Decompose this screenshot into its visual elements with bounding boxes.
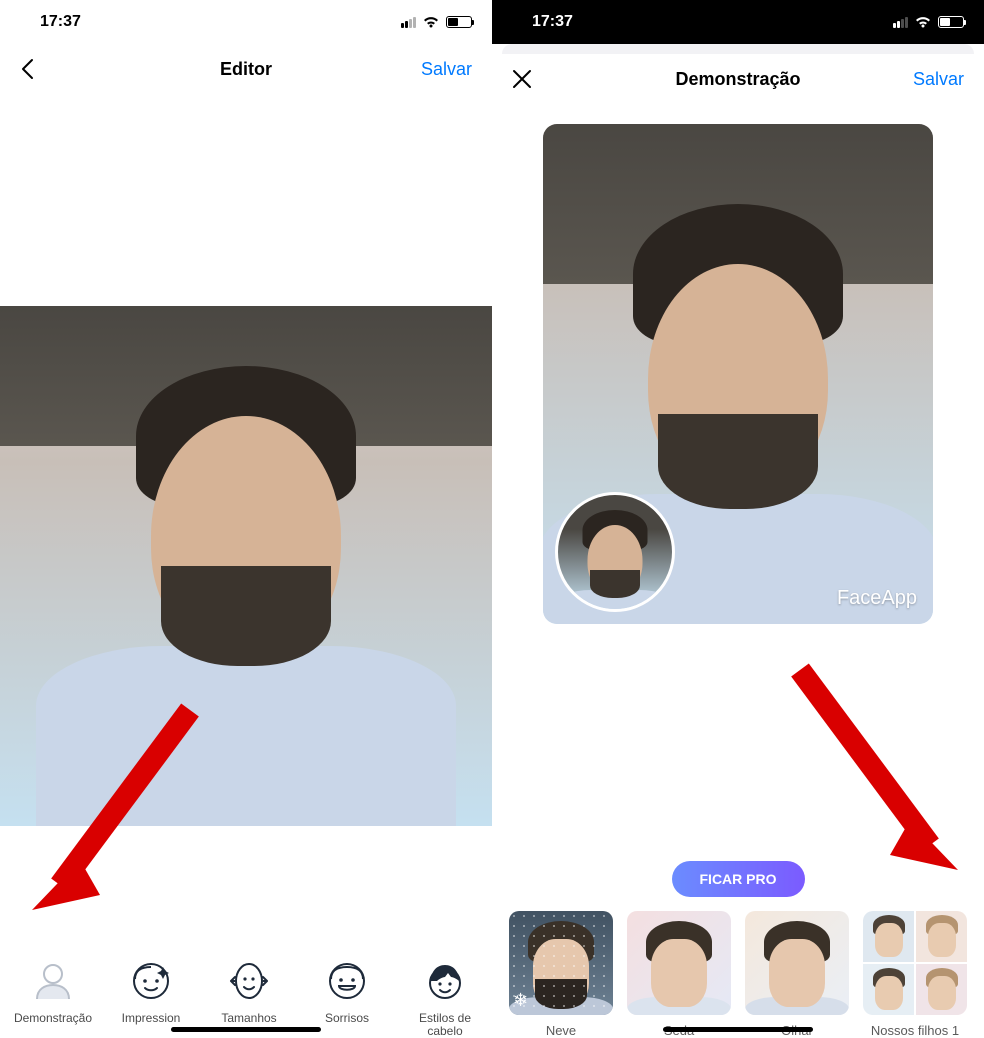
nav-bar: Demonstração Salvar: [492, 54, 984, 104]
status-time: 17:37: [40, 13, 81, 31]
signal-icon: [893, 17, 908, 28]
wifi-icon: [422, 15, 440, 29]
filter-thumbnail: [863, 911, 967, 1015]
original-thumbnail[interactable]: [555, 492, 675, 612]
category-estilos-cabelo[interactable]: Estilos de cabelo: [396, 956, 494, 1038]
chevron-left-icon: [20, 58, 34, 80]
phone-right: 17:37 Demonstração Salvar: [492, 0, 984, 1038]
wifi-icon: [914, 15, 932, 29]
filter-nossos-filhos[interactable]: Nossos filhos 1: [863, 911, 967, 1038]
status-bar: 17:37: [0, 0, 492, 44]
signal-icon: [401, 17, 416, 28]
category-impression[interactable]: Impression: [102, 956, 200, 1038]
category-demonstracao[interactable]: Demonstração: [4, 956, 102, 1038]
sheet-handle: [502, 44, 974, 54]
filter-olhar[interactable]: Olhar: [745, 911, 849, 1038]
photo-area[interactable]: [0, 94, 492, 948]
photo-area[interactable]: FaceApp: [492, 104, 984, 837]
filter-thumbnail: [745, 911, 849, 1015]
phone-left: 17:37 Editor Salvar: [0, 0, 492, 1038]
back-button[interactable]: [20, 58, 80, 80]
home-indicator[interactable]: [663, 1027, 813, 1032]
filter-label: Neve: [546, 1023, 576, 1038]
filter-seda[interactable]: Seda: [627, 911, 731, 1038]
nav-bar: Editor Salvar: [0, 44, 492, 94]
watermark: FaceApp: [837, 587, 917, 610]
close-button[interactable]: [512, 69, 572, 89]
bottom-panel: Demonstração Impression Tamanhos Sorriso: [0, 948, 492, 1038]
category-label: Sorrisos: [325, 1012, 369, 1025]
category-strip[interactable]: Demonstração Impression Tamanhos Sorriso: [0, 948, 492, 1038]
haircut-face-icon: [420, 956, 470, 1006]
save-button[interactable]: Salvar: [421, 59, 472, 79]
filter-strip[interactable]: ❄ Neve Seda Olhar: [499, 911, 977, 1038]
person-icon: [28, 956, 78, 1006]
filter-thumbnail: [627, 911, 731, 1015]
pro-button[interactable]: FICAR PRO: [672, 861, 805, 897]
filter-label: Nossos filhos 1: [871, 1023, 959, 1038]
home-indicator[interactable]: [171, 1027, 321, 1032]
status-right: [893, 15, 964, 29]
close-icon: [512, 69, 532, 89]
category-tamanhos[interactable]: Tamanhos: [200, 956, 298, 1038]
status-bar: 17:37: [492, 0, 984, 44]
filter-thumbnail: ❄: [509, 911, 613, 1015]
page-title: Editor: [220, 59, 272, 80]
status-right: [401, 15, 472, 29]
battery-icon: [446, 16, 472, 28]
filter-neve[interactable]: ❄ Neve: [509, 911, 613, 1038]
category-label: Tamanhos: [221, 1012, 276, 1025]
page-title: Demonstração: [675, 69, 800, 90]
category-sorrisos[interactable]: Sorrisos: [298, 956, 396, 1038]
edited-photo: [0, 306, 492, 826]
battery-icon: [938, 16, 964, 28]
category-label: Impression: [122, 1012, 181, 1025]
smile-face-icon: [322, 956, 372, 1006]
sparkle-face-icon: [126, 956, 176, 1006]
bottom-panel: FICAR PRO ❄ Neve Seda Olhar: [492, 837, 984, 1038]
status-time: 17:37: [532, 13, 573, 31]
save-button[interactable]: Salvar: [913, 69, 964, 89]
category-label: Estilos de cabelo: [400, 1012, 490, 1038]
category-label: Demonstração: [14, 1012, 92, 1025]
result-photo: FaceApp: [543, 124, 933, 624]
resize-face-icon: [224, 956, 274, 1006]
snowflake-icon: ❄: [513, 990, 528, 1011]
